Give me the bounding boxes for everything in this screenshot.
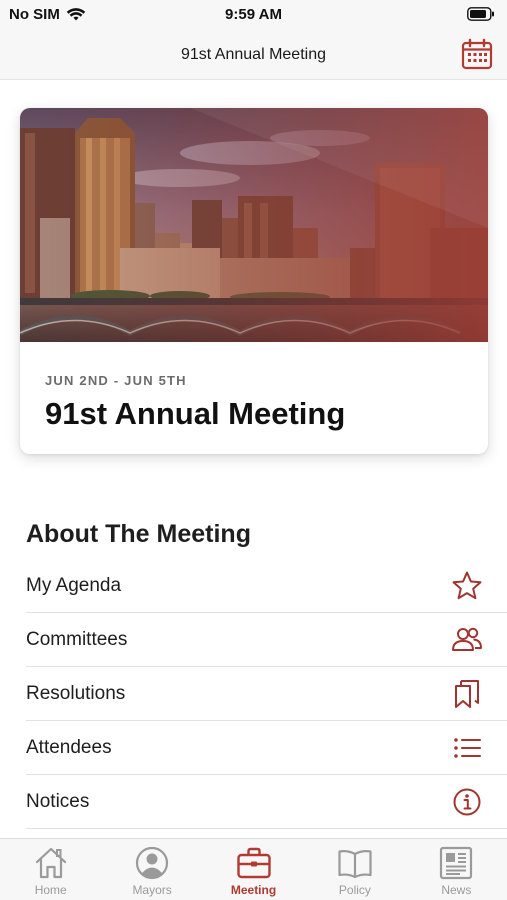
menu-item-label: Attendees xyxy=(26,736,112,758)
person-icon xyxy=(136,846,169,880)
menu-item-notices[interactable]: Notices xyxy=(26,775,507,829)
battery-icon xyxy=(467,7,494,21)
tab-label: Meeting xyxy=(230,883,277,897)
newspaper-icon xyxy=(440,846,473,880)
home-icon xyxy=(35,847,66,879)
tab-bar: Home Mayors Meeting Policy News xyxy=(0,838,507,900)
calendar-icon[interactable] xyxy=(461,38,493,70)
city-skyline-image xyxy=(20,108,488,342)
people-icon xyxy=(452,627,482,651)
event-dates: JUN 2ND - JUN 5TH xyxy=(45,373,187,388)
section-heading: About The Meeting xyxy=(26,520,251,548)
tab-label: Mayors xyxy=(132,883,172,897)
tab-label: Home xyxy=(34,883,67,897)
list-icon xyxy=(454,738,481,758)
bookmarks-icon xyxy=(455,680,479,708)
tab-label: Policy xyxy=(338,883,371,897)
tab-meeting[interactable]: Meeting xyxy=(203,839,304,900)
menu-item-committees[interactable]: Committees xyxy=(26,613,507,667)
tab-label: News xyxy=(441,883,472,897)
briefcase-icon xyxy=(236,847,271,879)
star-icon xyxy=(452,571,482,600)
meeting-menu-list: My Agenda Committees Resolutions Attende… xyxy=(26,559,507,829)
nav-bar: 91st Annual Meeting xyxy=(0,30,507,80)
nav-title: 91st Annual Meeting xyxy=(181,46,326,63)
tab-mayors[interactable]: Mayors xyxy=(101,839,202,900)
event-title: 91st Annual Meeting xyxy=(45,396,346,431)
menu-item-label: My Agenda xyxy=(26,574,122,596)
menu-item-label: Committees xyxy=(26,628,128,650)
book-icon xyxy=(338,849,372,879)
event-card[interactable]: JUN 2ND - JUN 5TH 91st Annual Meeting xyxy=(20,108,488,454)
menu-item-label: Resolutions xyxy=(26,682,126,704)
menu-item-my-agenda[interactable]: My Agenda xyxy=(26,559,507,613)
status-time: 9:59 AM xyxy=(225,6,282,23)
menu-item-resolutions[interactable]: Resolutions xyxy=(26,667,507,721)
menu-item-attendees[interactable]: Attendees xyxy=(26,721,507,775)
info-icon xyxy=(453,788,481,816)
tab-policy[interactable]: Policy xyxy=(304,839,405,900)
battery-indicator xyxy=(467,7,495,25)
menu-item-label: Notices xyxy=(26,790,90,812)
tab-home[interactable]: Home xyxy=(0,839,101,900)
status-bar: No SIM 9:59 AM xyxy=(0,0,507,30)
tab-news[interactable]: News xyxy=(406,839,507,900)
